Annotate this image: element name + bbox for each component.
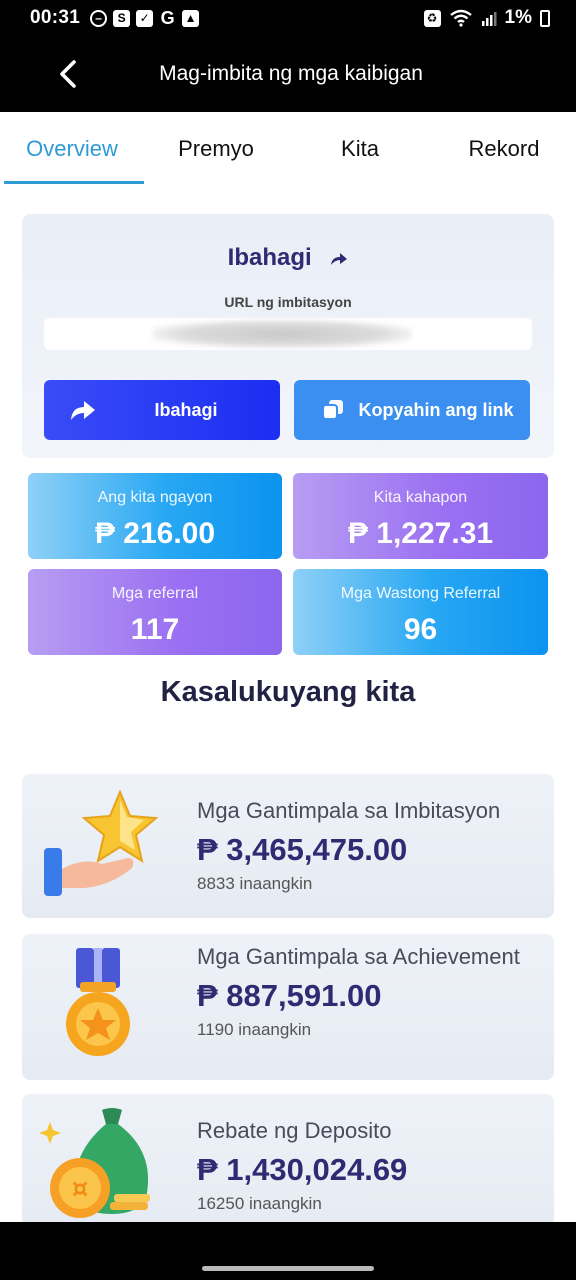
tab-bar: Overview Premyo Kita Rekord <box>0 112 576 186</box>
redacted-url-blur <box>152 320 412 348</box>
page-title: Mag-imbita ng mga kaibigan <box>159 62 423 85</box>
stat-valid-referrals-label: Mga Wastong Referral <box>340 585 501 602</box>
stat-referrals-label: Mga referral <box>111 585 199 602</box>
stat-referrals: Mga referral 117 <box>28 569 282 655</box>
home-indicator[interactable] <box>202 1266 374 1271</box>
section-title: Kasalukuyang kita <box>160 676 416 708</box>
stat-today-label: Ang kita ngayon <box>97 489 213 506</box>
shop-icon: S <box>113 9 131 27</box>
share-arrow-icon <box>331 252 348 265</box>
stat-valid-referrals: Mga Wastong Referral 96 <box>293 569 548 655</box>
stat-yesterday-label: Kita kahapon <box>373 489 468 506</box>
check-icon: ✓ <box>136 9 154 27</box>
svg-text:¤: ¤ <box>72 1174 89 1204</box>
battery-percent: 1% <box>504 7 532 28</box>
star-hand-icon <box>44 789 159 896</box>
share-title-row[interactable]: Ibahagi <box>22 244 554 272</box>
tab-rekord[interactable]: Rekord <box>432 112 576 186</box>
google-icon: G <box>160 7 175 28</box>
tab-premyo[interactable]: Premyo <box>144 112 288 186</box>
reward-deposit-text: Rebate ng Deposito ₱ 1,430,024.69 16250 … <box>197 1118 538 1214</box>
share-card: Ibahagi URL ng imbitasyon Ibahagi Kopyah… <box>22 214 554 458</box>
stat-today-earnings: Ang kita ngayon ₱ 216.00 <box>28 473 282 559</box>
reward-invitation-title: Mga Gantimpala sa Imbitasyon <box>197 798 501 823</box>
stat-today-value: ₱ 216.00 <box>94 517 216 550</box>
chevron-left-icon <box>60 60 76 88</box>
status-left-icons: – S ✓ G ▲ <box>90 7 200 28</box>
image-icon: ▲ <box>182 9 200 27</box>
reward-achievement-text: Mga Gantimpala sa Achievement ₱ 887,591.… <box>197 944 538 1040</box>
reward-deposit-title: Rebate ng Deposito <box>197 1118 392 1143</box>
copy-link-button[interactable]: Kopyahin ang link <box>294 380 530 440</box>
signal-icon <box>481 12 497 26</box>
reward-card-deposit-rebate[interactable]: ¤ Rebate ng Deposito ₱ 1,430,024.69 1625… <box>22 1094 554 1234</box>
share-button[interactable]: Ibahagi <box>44 380 280 440</box>
money-bag-icon: ¤ <box>40 1108 150 1218</box>
wifi-icon <box>449 9 472 27</box>
reward-invitation-amount: ₱ 3,465,475.00 <box>197 832 408 867</box>
status-right-icons: ♻ 1% <box>423 7 550 29</box>
share-title: Ibahagi <box>227 244 312 271</box>
status-time: 00:31 <box>30 7 81 28</box>
reward-card-invitation[interactable]: Mga Gantimpala sa Imbitasyon ₱ 3,465,475… <box>22 774 554 918</box>
reward-achievement-amount: ₱ 887,591.00 <box>197 978 382 1013</box>
medal-icon <box>66 948 130 1056</box>
recycle-icon: ♻ <box>423 9 441 27</box>
share-icon <box>71 401 95 420</box>
system-nav-bar <box>0 1222 576 1280</box>
invite-url-field[interactable] <box>44 318 532 350</box>
tab-kita[interactable]: Kita <box>288 112 432 186</box>
do-not-disturb-icon: – <box>90 9 108 27</box>
stat-yesterday-earnings: Kita kahapon ₱ 1,227.31 <box>293 473 548 559</box>
stat-referrals-value: 117 <box>130 613 180 646</box>
reward-deposit-count: 16250 inaangkin <box>197 1194 322 1213</box>
back-button[interactable] <box>50 54 86 94</box>
reward-invitation-text: Mga Gantimpala sa Imbitasyon ₱ 3,465,475… <box>197 798 538 894</box>
stat-valid-referrals-value: 96 <box>403 613 438 646</box>
copy-icon <box>322 400 343 420</box>
battery-icon <box>540 9 550 27</box>
reward-invitation-count: 8833 inaangkin <box>197 874 313 893</box>
reward-card-achievement[interactable]: Mga Gantimpala sa Achievement ₱ 887,591.… <box>22 934 554 1080</box>
reward-achievement-count: 1190 inaangkin <box>197 1020 312 1039</box>
app-header: Mag-imbita ng mga kaibigan <box>0 36 576 112</box>
url-label: URL ng imbitasyon <box>224 294 352 310</box>
stat-yesterday-value: ₱ 1,227.31 <box>347 517 494 550</box>
tab-overview[interactable]: Overview <box>0 112 144 186</box>
status-bar: 00:31 – S ✓ G ▲ ♻ 1% <box>0 0 576 36</box>
reward-deposit-amount: ₱ 1,430,024.69 <box>197 1152 408 1187</box>
reward-achievement-title: Mga Gantimpala sa Achievement <box>197 944 520 969</box>
